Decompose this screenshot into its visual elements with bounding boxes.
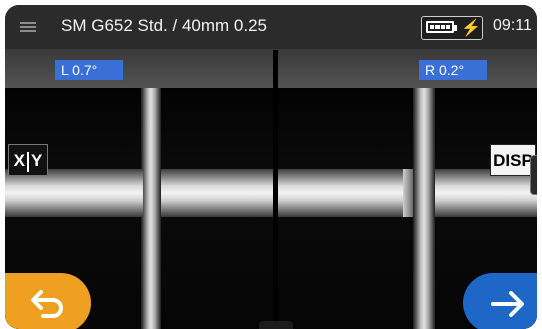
top-bar: SM G652 Std. / 40mm 0.25 ⚡ 09:11 xyxy=(5,5,537,50)
fiber-right-end xyxy=(403,169,413,217)
device-screen: SM G652 Std. / 40mm 0.25 ⚡ 09:11 L 0.7° … xyxy=(5,5,537,329)
battery-charging-icon: ⚡ xyxy=(421,16,483,40)
back-arrow-icon xyxy=(31,290,63,318)
xy-x-label: X xyxy=(13,151,25,170)
center-divider-line xyxy=(273,50,278,329)
next-arrow-icon xyxy=(491,291,524,317)
bottom-panel-handle[interactable] xyxy=(259,321,293,329)
next-button[interactable] xyxy=(463,273,537,329)
v-groove-edge-right xyxy=(413,88,435,329)
side-panel-handle[interactable] xyxy=(530,155,537,195)
clock: 09:11 xyxy=(493,17,532,34)
back-button[interactable] xyxy=(5,273,91,329)
fiber-right-core xyxy=(278,169,406,217)
xy-view-toggle-button[interactable]: XY xyxy=(8,144,48,176)
v-groove-edge-left xyxy=(141,88,161,329)
xy-y-label: Y xyxy=(31,151,43,170)
fiber-left-core xyxy=(161,169,273,217)
right-cleave-angle: R 0.2° xyxy=(419,60,487,80)
splice-program-title[interactable]: SM G652 Std. / 40mm 0.25 xyxy=(61,16,267,36)
hamburger-menu-icon[interactable] xyxy=(14,15,42,39)
left-cleave-angle: L 0.7° xyxy=(55,60,123,80)
